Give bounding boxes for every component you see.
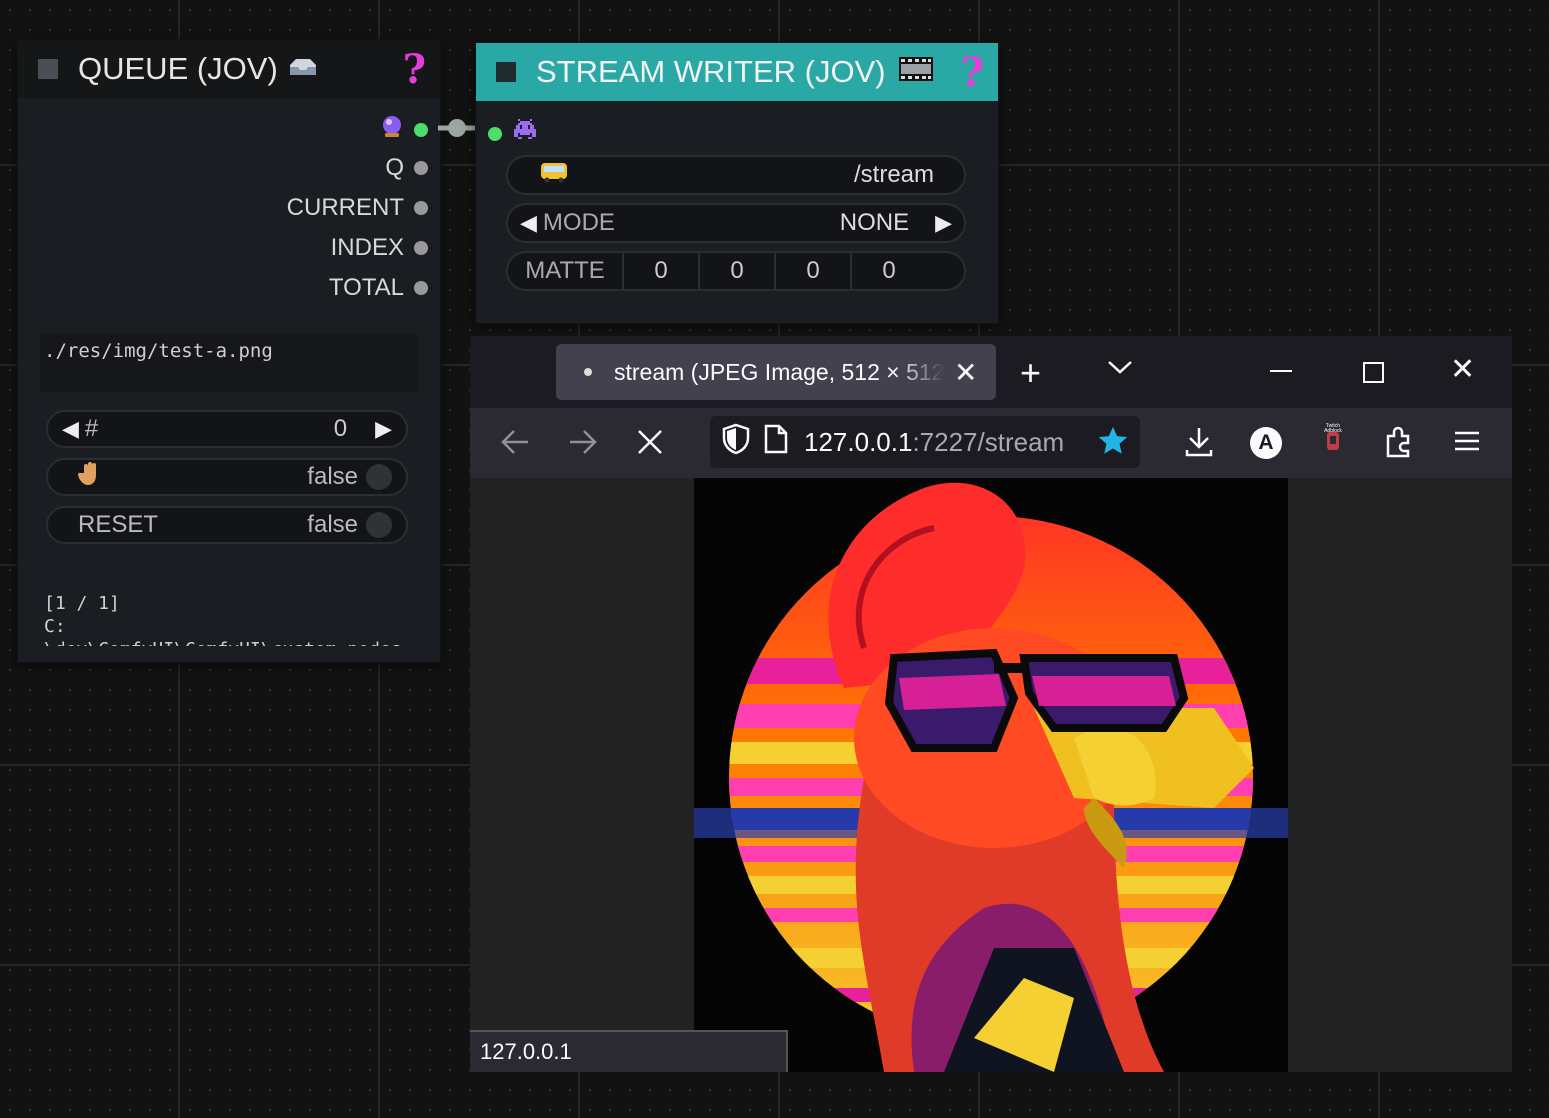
maximize-icon[interactable] bbox=[1363, 362, 1384, 383]
navigation-bar: 127.0.0.1 :7227/stream A Twitch Adblock bbox=[470, 408, 1512, 478]
output-slot-dot[interactable] bbox=[414, 201, 428, 215]
previous-arrow-icon[interactable]: ◀ bbox=[520, 210, 537, 236]
help-icon[interactable]: ? bbox=[961, 49, 984, 96]
browser-tab[interactable]: stream (JPEG Image, 512 × 512 pixels) ✕ bbox=[556, 344, 996, 400]
queue-node[interactable]: QUEUE (JOV) ? Q CURRENT INDEX TOTAL ./re… bbox=[18, 40, 440, 662]
alien-monster-icon bbox=[512, 119, 538, 148]
url-bar[interactable]: 127.0.0.1 :7227/stream bbox=[710, 416, 1140, 468]
close-window-icon[interactable]: ✕ bbox=[1450, 352, 1475, 387]
browser-window[interactable]: stream (JPEG Image, 512 × 512 pixels) ✕ … bbox=[470, 336, 1512, 1072]
extensions-puzzle-icon[interactable] bbox=[1384, 426, 1414, 463]
close-tab-icon[interactable]: ✕ bbox=[954, 356, 977, 389]
input-slot[interactable] bbox=[488, 119, 538, 148]
log-line: [1 / 1] bbox=[44, 593, 120, 614]
mode-label: MODE bbox=[542, 209, 615, 236]
page-info-icon[interactable] bbox=[764, 424, 788, 461]
output-slot-dot[interactable] bbox=[414, 161, 428, 175]
output-slot-dot[interactable] bbox=[414, 241, 428, 255]
mode-value: NONE bbox=[839, 209, 910, 236]
twitch-adblock-label: Twitch Adblock bbox=[1324, 423, 1342, 434]
reset-label: RESET bbox=[78, 511, 159, 538]
input-slot-dot[interactable] bbox=[488, 126, 502, 141]
list-tabs-chevron-icon[interactable] bbox=[1106, 358, 1134, 381]
output-current[interactable]: CURRENT bbox=[287, 194, 428, 222]
tab-bar: stream (JPEG Image, 512 × 512 pixels) ✕ … bbox=[470, 336, 1512, 408]
matte-r-field[interactable]: 0 bbox=[624, 253, 700, 289]
streamed-image bbox=[694, 478, 1288, 1072]
menu-hamburger-icon[interactable] bbox=[1454, 430, 1480, 457]
inbox-tray-icon bbox=[288, 51, 318, 87]
mode-combo[interactable]: ◀ MODE NONE ▶ bbox=[506, 203, 966, 243]
log-line: \dev\ComfyUI\ComfyUI\custom_nodes bbox=[44, 638, 416, 646]
reset-value: false bbox=[307, 511, 358, 538]
stop-loading-icon[interactable] bbox=[636, 428, 664, 461]
increment-arrow-icon[interactable]: ▶ bbox=[375, 416, 392, 442]
page-content: 127.0.0.1 bbox=[470, 478, 1512, 1072]
crystal-ball-icon bbox=[380, 114, 404, 145]
matte-label: MATTE bbox=[508, 253, 624, 289]
toggle-knob[interactable] bbox=[366, 464, 392, 490]
back-arrow-icon[interactable] bbox=[500, 428, 530, 461]
matte-b-field[interactable]: 0 bbox=[776, 253, 852, 289]
output-q[interactable]: Q bbox=[385, 154, 428, 182]
queue-node-title-bar[interactable]: QUEUE (JOV) ? bbox=[18, 40, 440, 98]
bus-icon bbox=[540, 161, 568, 190]
url-path: :7227/stream bbox=[912, 426, 1065, 457]
index-label: # bbox=[84, 415, 99, 442]
decrement-arrow-icon[interactable]: ◀ bbox=[62, 416, 79, 442]
index-widget[interactable]: ◀ # 0 ▶ bbox=[46, 410, 408, 448]
minimize-icon[interactable] bbox=[1270, 370, 1292, 372]
help-icon[interactable]: ? bbox=[403, 46, 426, 93]
url-host: 127.0.0.1 bbox=[804, 426, 913, 457]
matte-a-field[interactable]: 0 bbox=[852, 253, 926, 289]
tracking-shield-icon[interactable] bbox=[722, 423, 750, 462]
reset-toggle[interactable]: RESET false bbox=[46, 506, 408, 544]
forward-arrow-icon[interactable] bbox=[568, 428, 598, 461]
bookmark-star-icon[interactable] bbox=[1096, 424, 1130, 463]
twitch-adblock-extension-icon[interactable]: Twitch Adblock bbox=[1320, 424, 1346, 462]
queue-text: ./res/img/test-a.png bbox=[44, 340, 273, 362]
collapse-toggle[interactable] bbox=[496, 62, 516, 82]
queue-textarea[interactable]: ./res/img/test-a.png bbox=[40, 334, 418, 392]
stream-node-title-bar[interactable]: STREAM WRITER (JOV) ? bbox=[476, 43, 998, 101]
raised-hand-icon bbox=[77, 461, 102, 494]
matte-widget[interactable]: MATTE 0 0 0 0 bbox=[506, 251, 966, 291]
route-value: /stream bbox=[853, 161, 934, 188]
film-frames-icon bbox=[898, 54, 934, 90]
toggle-knob[interactable] bbox=[366, 512, 392, 538]
new-tab-icon[interactable]: + bbox=[1020, 352, 1041, 394]
index-value: 0 bbox=[333, 415, 348, 442]
status-bar: 127.0.0.1 bbox=[470, 1030, 788, 1072]
stream-writer-node[interactable]: STREAM WRITER (JOV) ? /stream ◀ MODE NON… bbox=[476, 43, 998, 323]
output-index[interactable]: INDEX bbox=[331, 234, 428, 262]
log-line: C: bbox=[44, 616, 66, 637]
matte-g-field[interactable]: 0 bbox=[700, 253, 776, 289]
hold-toggle[interactable]: false bbox=[46, 458, 408, 496]
log-output: [1 / 1] C: \dev\ComfyUI\ComfyUI\custom_n… bbox=[44, 592, 416, 646]
account-avatar-icon[interactable]: A bbox=[1250, 427, 1282, 459]
tab-title: stream (JPEG Image, 512 × 512 pixels) bbox=[614, 358, 944, 385]
output-any[interactable] bbox=[380, 114, 428, 145]
next-arrow-icon[interactable]: ▶ bbox=[935, 210, 952, 236]
output-label: INDEX bbox=[330, 234, 404, 261]
output-label: CURRENT bbox=[286, 194, 404, 221]
hold-value: false bbox=[307, 463, 358, 490]
output-label: TOTAL bbox=[328, 274, 404, 301]
download-icon[interactable] bbox=[1184, 426, 1214, 463]
output-slot-dot[interactable] bbox=[414, 281, 428, 295]
loading-dot-icon bbox=[584, 368, 592, 376]
output-slot-dot[interactable] bbox=[414, 122, 428, 137]
stream-node-title: STREAM WRITER (JOV) bbox=[536, 54, 886, 89]
output-label: Q bbox=[385, 154, 404, 181]
collapse-toggle[interactable] bbox=[38, 59, 58, 79]
queue-node-title: QUEUE (JOV) bbox=[78, 51, 278, 86]
route-widget[interactable]: /stream bbox=[506, 155, 966, 195]
output-total[interactable]: TOTAL bbox=[329, 274, 428, 302]
